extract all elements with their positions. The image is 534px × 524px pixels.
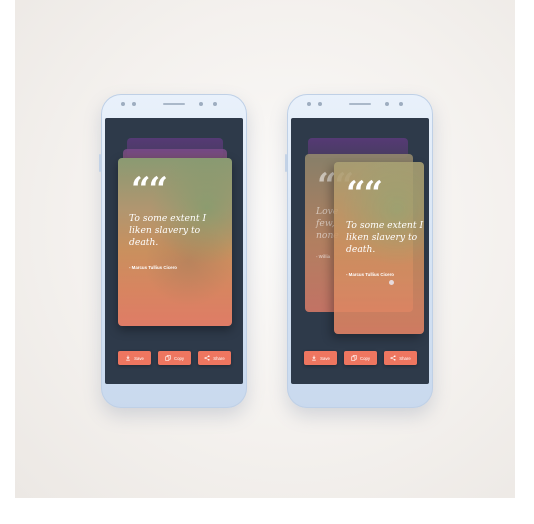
- download-icon: [126, 355, 130, 361]
- copy-button-label: Copy: [173, 355, 185, 361]
- copy-button[interactable]: Copy: [344, 351, 377, 365]
- save-button[interactable]: Save: [118, 351, 151, 365]
- quote-text: To some extent I liken slavery to death.: [346, 220, 424, 256]
- quote-author: - Willia: [316, 254, 331, 259]
- touch-indicator: [389, 280, 394, 285]
- quote-line: liken slavery to: [129, 225, 201, 236]
- share-icon: [204, 355, 210, 361]
- sensor-dot: [132, 102, 136, 106]
- copy-button-label: Copy: [359, 355, 371, 361]
- camera-icon: [385, 102, 389, 106]
- quote-line: To some extent I: [346, 220, 424, 231]
- quote-author: - Marcus Tullius Cicero: [346, 272, 394, 277]
- quote-card-swiping[interactable]: ““ To some extent I liken slavery to dea…: [334, 162, 424, 334]
- camera-icon: [399, 102, 403, 106]
- quote-text: To some extent I liken slavery to death.: [129, 213, 229, 249]
- save-button-label: Save: [320, 355, 330, 361]
- quote-line: To some extent I: [129, 213, 207, 224]
- download-icon: [312, 355, 316, 361]
- save-button-label: Save: [134, 355, 144, 361]
- phone-earpiece: [349, 103, 371, 105]
- share-icon: [390, 355, 396, 361]
- app-screen: ““ To some extent I liken slavery to dea…: [105, 118, 243, 384]
- phone-earpiece: [163, 103, 185, 105]
- camera-icon: [199, 102, 203, 106]
- quote-line: death.: [346, 244, 376, 255]
- phone-side-button: [285, 154, 287, 172]
- presentation-backdrop: [15, 0, 515, 498]
- copy-icon: [351, 355, 357, 361]
- copy-icon: [165, 355, 171, 361]
- quote-mark-icon: ““: [131, 170, 168, 210]
- action-bar: Save Copy Share: [118, 351, 232, 365]
- quote-card[interactable]: ““ To some extent I liken slavery to dea…: [118, 158, 232, 326]
- app-screen: ““ Love few, none - Willia ““ To some ex…: [291, 118, 429, 384]
- quote-mark-icon: ““: [346, 174, 383, 214]
- phone-side-button: [99, 154, 101, 172]
- camera-icon: [213, 102, 217, 106]
- quote-author: - Marcus Tullius Cicero: [129, 265, 177, 270]
- quote-line: death.: [129, 237, 159, 248]
- sensor-dot: [307, 102, 311, 106]
- sensor-dot: [121, 102, 125, 106]
- quote-line: liken slavery to: [346, 232, 418, 243]
- copy-button[interactable]: Copy: [158, 351, 191, 365]
- phone-mockup-left: ““ To some extent I liken slavery to dea…: [99, 94, 247, 408]
- sensor-dot: [318, 102, 322, 106]
- share-button-label: Share: [213, 355, 225, 361]
- phone-mockup-right: ““ Love few, none - Willia ““ To some ex…: [285, 94, 433, 408]
- action-bar: Save Copy Share: [304, 351, 418, 365]
- save-button[interactable]: Save: [304, 351, 337, 365]
- share-button[interactable]: Share: [198, 351, 231, 365]
- share-button-label: Share: [399, 355, 411, 361]
- share-button[interactable]: Share: [384, 351, 417, 365]
